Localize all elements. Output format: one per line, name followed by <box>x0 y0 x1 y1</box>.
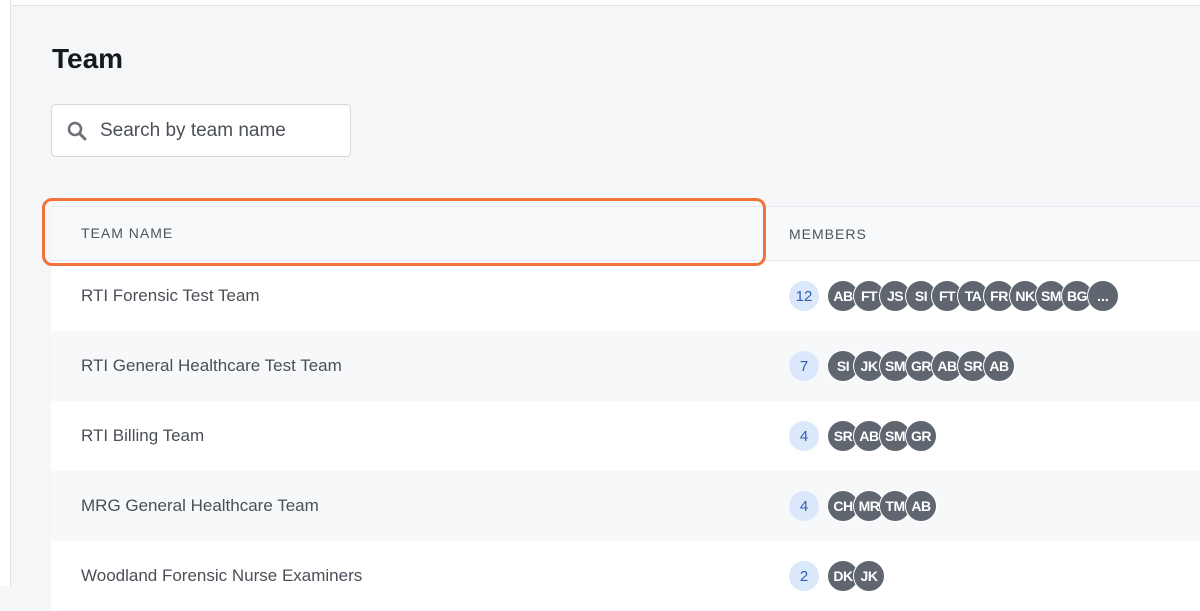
avatar[interactable]: JK <box>853 560 885 592</box>
team-name-cell: MRG General Healthcare Team <box>51 496 759 516</box>
table-row[interactable]: RTI Forensic Test Team 12 AB FT JS SI FT TA FR NK… <box>51 261 1200 331</box>
search-box[interactable] <box>51 104 351 157</box>
table-header: TEAM NAME MEMBERS <box>51 207 1200 261</box>
member-avatars: SR AB SM GR <box>827 420 937 452</box>
member-avatars: AB FT JS SI FT TA FR NK SM BG... <box>827 280 1119 312</box>
members-cell: 4 SR AB SM GR <box>759 420 1200 452</box>
team-name-cell: RTI General Healthcare Test Team <box>51 356 759 376</box>
column-header-members[interactable]: MEMBERS <box>759 226 1200 242</box>
avatar[interactable]: AB <box>983 350 1015 382</box>
table-row[interactable]: MRG General Healthcare Team 4 CH MR TM AB <box>51 471 1200 541</box>
team-name[interactable]: RTI Billing Team <box>81 426 204 445</box>
team-name-cell: RTI Billing Team <box>51 426 759 446</box>
table-row[interactable]: RTI Billing Team 4 SR AB SM GR <box>51 401 1200 471</box>
team-name[interactable]: RTI General Healthcare Test Team <box>81 356 342 375</box>
member-count-badge: 2 <box>789 561 819 591</box>
team-name[interactable]: Woodland Forensic Nurse Examiners <box>81 566 362 585</box>
member-count-badge: 12 <box>789 281 819 311</box>
team-name[interactable]: MRG General Healthcare Team <box>81 496 319 515</box>
member-count-badge: 4 <box>789 421 819 451</box>
page-title: Team <box>52 43 124 74</box>
member-avatars: SI JK SM GR AB SR AB <box>827 350 1015 382</box>
left-sidebar-edge <box>0 0 11 586</box>
column-header-team-name[interactable]: TEAM NAME <box>51 225 759 243</box>
top-bar-edge <box>0 0 1200 6</box>
team-name-cell: Woodland Forensic Nurse Examiners <box>51 566 759 586</box>
member-count-badge: 7 <box>789 351 819 381</box>
member-avatars: CH MR TM AB <box>827 490 937 522</box>
more-members-avatar[interactable]: ... <box>1087 280 1119 312</box>
table-row[interactable]: Woodland Forensic Nurse Examiners 2 DK JK <box>51 541 1200 611</box>
member-count-badge: 4 <box>789 491 819 521</box>
search-input[interactable] <box>98 118 342 143</box>
table-row[interactable]: RTI General Healthcare Test Team 7 SI JK SM G… <box>51 331 1200 401</box>
member-avatars: DK JK <box>827 560 885 592</box>
column-header-members-label: MEMBERS <box>789 225 867 242</box>
avatar[interactable]: AB <box>905 490 937 522</box>
members-cell: 4 CH MR TM AB <box>759 490 1200 522</box>
team-name-cell: RTI Forensic Test Team <box>51 286 759 306</box>
members-cell: 7 SI JK SM GR AB SR AB <box>759 350 1200 382</box>
avatar[interactable]: GR <box>905 420 937 452</box>
members-cell: 2 DK JK <box>759 560 1200 592</box>
teams-table: TEAM NAME MEMBERS RTI Forensic Test Team… <box>51 206 1200 611</box>
table-body: RTI Forensic Test Team 12 AB FT JS SI FT TA FR NK… <box>51 261 1200 611</box>
search-icon <box>65 119 89 143</box>
members-cell: 12 AB FT JS SI FT TA FR NK SM BG... <box>759 280 1200 312</box>
team-name[interactable]: RTI Forensic Test Team <box>81 286 260 305</box>
column-header-team-name-label: TEAM NAME <box>81 224 174 241</box>
